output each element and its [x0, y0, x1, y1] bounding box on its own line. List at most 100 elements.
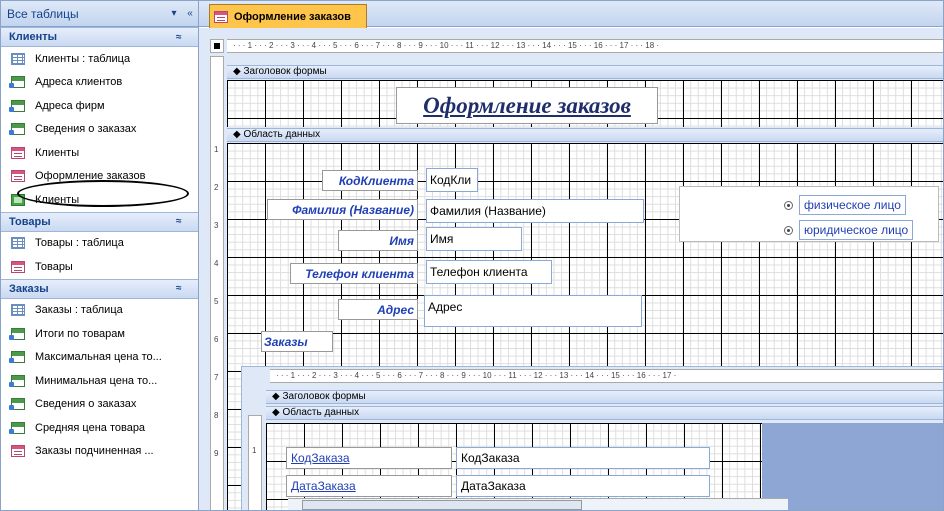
navigation-pane: Все таблицы ▾ « Клиенты ≈ Клиенты : таблиц…: [1, 1, 199, 510]
section-label: Область данных: [282, 407, 360, 418]
option-group-client-type[interactable]: физическое лицо юридическое лицо: [679, 186, 939, 242]
orders-subform-control[interactable]: · · · 1 · · · 2 · · · 3 · · · 4 · · · 5 …: [241, 366, 943, 510]
collapse-group-icon[interactable]: ≈: [176, 32, 198, 43]
collapse-group-icon[interactable]: ≈: [176, 216, 198, 227]
form-icon: [11, 170, 25, 183]
field-address[interactable]: Адрес: [424, 295, 642, 327]
nav-item[interactable]: Товары: [1, 255, 198, 279]
nav-item-label: Адреса фирм: [35, 99, 105, 112]
form-icon: [11, 445, 25, 458]
subform-vertical-ruler: 1: [248, 415, 262, 510]
label-phone[interactable]: Телефон клиента: [290, 263, 418, 284]
form-selector[interactable]: [210, 39, 224, 53]
subform-field-order-date[interactable]: ДатаЗаказа: [456, 475, 710, 497]
label-address[interactable]: Адрес: [338, 299, 418, 320]
field-client-code[interactable]: КодКли: [426, 168, 478, 192]
label-client-code[interactable]: КодКлиента: [322, 170, 418, 191]
form-icon: [11, 260, 25, 273]
nav-group-title: Клиенты: [9, 31, 58, 43]
form-header-section-bar[interactable]: ◆ Заголовок формы: [227, 65, 943, 79]
label-surname[interactable]: Фамилия (Название): [267, 199, 418, 220]
nav-item-label: Итоги по товарам: [35, 327, 125, 340]
subform-detail-section-bar[interactable]: ◆ Область данных: [266, 406, 943, 420]
document-tab-bar: Оформление заказов: [199, 1, 943, 28]
section-label: Область данных: [243, 129, 321, 140]
nav-item[interactable]: Средняя цена товара: [1, 416, 198, 440]
tab-form-design[interactable]: Оформление заказов: [209, 4, 367, 28]
section-label: Заголовок формы: [282, 391, 366, 402]
horizontal-ruler: · · · 1 · · · 2 · · · 3 · · · 4 · · · 5 …: [227, 39, 943, 53]
nav-item[interactable]: Товары : таблица: [1, 232, 198, 256]
nav-item[interactable]: Клиенты: [1, 141, 198, 165]
query-icon: [9, 76, 25, 89]
nav-item[interactable]: Максимальная цена то...: [1, 346, 198, 370]
chevron-down-icon[interactable]: ▾: [166, 8, 182, 19]
subform-horizontal-scrollbar[interactable]: [288, 498, 788, 510]
form-title-label[interactable]: Оформление заказов: [396, 87, 658, 124]
query-icon: [9, 99, 25, 112]
label-orders-subform[interactable]: Заказы: [261, 331, 333, 352]
field-first-name[interactable]: Имя: [426, 227, 522, 251]
nav-item-label: Клиенты: [35, 146, 80, 159]
query-icon: [9, 374, 25, 387]
subform-field-order-id[interactable]: КодЗаказа: [456, 447, 710, 469]
label-first-name[interactable]: Имя: [338, 230, 418, 251]
ruler-mark: 1: [214, 145, 219, 154]
nav-group-header[interactable]: Товары ≈: [1, 211, 198, 232]
nav-item[interactable]: Сведения о заказах: [1, 393, 198, 417]
collapse-pane-icon[interactable]: «: [182, 8, 198, 19]
table-icon: [11, 52, 25, 65]
nav-item-label: Заказы подчиненная ...: [35, 445, 154, 458]
nav-pane-header[interactable]: Все таблицы ▾ «: [1, 1, 198, 27]
nav-item-label: Клиенты : таблица: [35, 52, 131, 65]
section-label: Заголовок формы: [243, 66, 327, 77]
option-individual[interactable]: физическое лицо: [784, 195, 906, 215]
ruler-mark: 1: [252, 446, 257, 455]
form-icon: [214, 10, 228, 23]
nav-item[interactable]: Клиенты : таблица: [1, 47, 198, 71]
subform-label-order-id[interactable]: КодЗаказа: [286, 447, 452, 469]
nav-item[interactable]: Заказы подчиненная ...: [1, 440, 198, 464]
nav-item[interactable]: Сведения о заказах: [1, 118, 198, 142]
option-label: юридическое лицо: [799, 220, 914, 240]
nav-group-title: Заказы: [9, 282, 49, 295]
nav-item-label: Сведения о заказах: [35, 398, 137, 411]
nav-item-label: Минимальная цена то...: [35, 374, 158, 387]
detail-section-bar[interactable]: ◆ Область данных: [227, 128, 943, 142]
option-label: физическое лицо: [799, 195, 906, 215]
nav-groups: Клиенты ≈ Клиенты : таблица Адреса клиентов…: [1, 27, 198, 463]
query-icon: [9, 123, 25, 136]
nav-item[interactable]: Адреса клиентов: [1, 71, 198, 95]
nav-group-title: Товары: [9, 215, 51, 228]
table-icon: [11, 237, 25, 250]
nav-group-header[interactable]: Клиенты ≈: [1, 27, 198, 47]
radio-button[interactable]: [784, 225, 793, 235]
query-icon: [9, 327, 25, 340]
subform-header-section-bar[interactable]: ◆ Заголовок формы: [266, 390, 943, 404]
nav-item[interactable]: Минимальная цена то...: [1, 369, 198, 393]
document-area: Оформление заказов · · · 1 · · · 2 · · ·…: [199, 1, 943, 510]
nav-item[interactable]: Итоги по товарам: [1, 322, 198, 346]
field-surname[interactable]: Фамилия (Название): [426, 199, 644, 223]
nav-item[interactable]: Адреса фирм: [1, 94, 198, 118]
ruler-mark: 4: [214, 259, 219, 268]
subform-horizontal-ruler: · · · 1 · · · 2 · · · 3 · · · 4 · · · 5 …: [270, 369, 943, 383]
nav-item-label: Средняя цена товара: [35, 421, 146, 434]
nav-item-label: Заказы : таблица: [35, 304, 123, 317]
highlight-ellipse: [17, 180, 189, 207]
radio-button[interactable]: [784, 200, 793, 210]
query-icon: [9, 421, 25, 434]
nav-item[interactable]: Заказы : таблица: [1, 299, 198, 323]
query-icon: [9, 398, 25, 411]
ruler-mark: 6: [214, 335, 219, 344]
nav-item-label: Товары: [35, 260, 73, 273]
collapse-group-icon[interactable]: ≈: [176, 283, 198, 294]
nav-item-label: Максимальная цена то...: [35, 351, 162, 364]
nav-group-header[interactable]: Заказы ≈: [1, 278, 198, 299]
nav-item-label: Сведения о заказах: [35, 123, 137, 136]
field-phone[interactable]: Телефон клиента: [426, 260, 552, 284]
option-legal-entity[interactable]: юридическое лицо: [784, 220, 914, 240]
subform-label-order-date[interactable]: ДатаЗаказа: [286, 475, 452, 497]
ruler-mark: 7: [214, 373, 219, 382]
scrollbar-thumb[interactable]: [302, 500, 582, 510]
